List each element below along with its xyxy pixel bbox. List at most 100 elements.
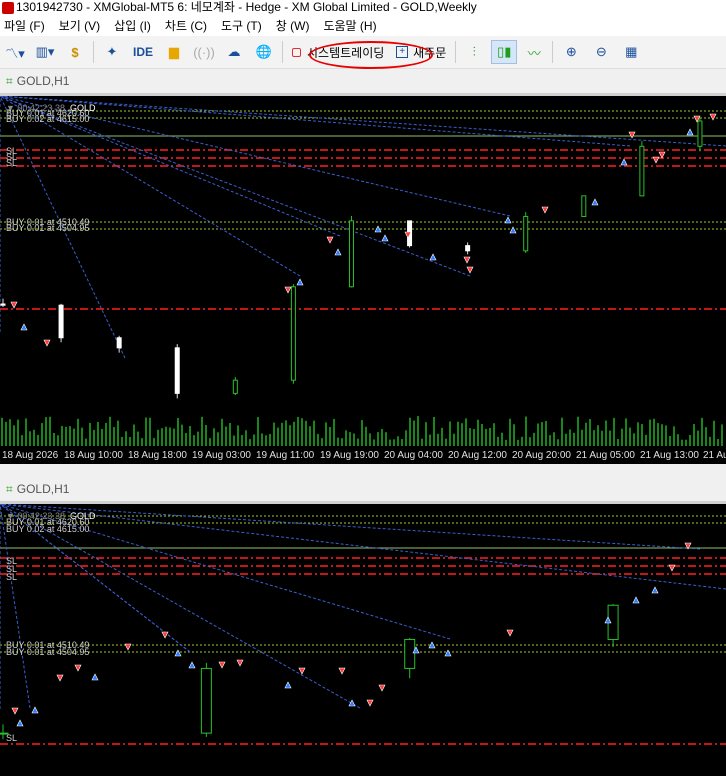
menu-file[interactable]: 파일 (F) xyxy=(0,17,55,34)
price-chart-2[interactable]: ▼ 00:42:23.38 GOLD BUY 0.01 at 4620.60 B… xyxy=(0,504,726,776)
lock-bag-icon[interactable]: ▆ xyxy=(161,40,187,64)
sell-arrow-marker xyxy=(10,301,18,309)
new-order-icon: + xyxy=(396,46,409,58)
order-label: BUY 0.01 at 4504.95 xyxy=(6,223,90,233)
sell-arrow-marker xyxy=(338,667,346,675)
sell-arrow-marker xyxy=(74,664,82,672)
tile-windows-icon[interactable]: ▦ xyxy=(618,40,644,64)
buy-arrow-marker xyxy=(174,649,182,657)
time-axis-label: 20 Aug 12:00 xyxy=(448,450,507,461)
buy-arrow-marker xyxy=(16,719,24,727)
candle-body xyxy=(232,379,238,394)
vps-globe-icon[interactable]: 🌐 xyxy=(251,40,277,64)
sell-arrow-marker xyxy=(236,659,244,667)
sell-arrow-marker xyxy=(56,674,64,682)
sell-arrow-marker xyxy=(366,699,374,707)
candle-body xyxy=(290,286,296,381)
cloud-icon[interactable]: ☁ xyxy=(221,40,247,64)
line-chart-dropdown-icon[interactable]: 〽▾ xyxy=(2,40,28,64)
signal-icon[interactable]: ((·)) xyxy=(191,40,217,64)
chart-window-icon: ⌗ xyxy=(6,481,13,496)
buy-arrow-marker xyxy=(348,699,356,707)
buy-arrow-marker xyxy=(444,649,452,657)
sell-arrow-marker xyxy=(541,206,549,214)
menu-charts[interactable]: 차트 (C) xyxy=(161,17,217,34)
new-order-button[interactable]: + 새주문 xyxy=(392,40,450,64)
candle-body xyxy=(58,304,64,339)
zoom-in-icon[interactable]: ⊕ xyxy=(558,40,584,64)
time-axis-label: 19 Aug 11:00 xyxy=(256,450,315,461)
candle-body xyxy=(523,216,529,252)
menu-help[interactable]: 도움말 (H) xyxy=(319,17,386,34)
buy-arrow-marker xyxy=(632,596,640,604)
sell-arrow-marker xyxy=(11,707,19,715)
time-axis-label: 18 Aug 18:00 xyxy=(128,450,187,461)
line-chart-icon[interactable]: 〰 xyxy=(521,40,547,64)
order-label: BUY 0.02 at 4615.00 xyxy=(6,524,90,534)
sell-arrow-marker xyxy=(43,339,51,347)
strategy-tester-icon[interactable]: ✦ xyxy=(99,40,125,64)
toolbar-separator xyxy=(552,41,554,63)
candle-body xyxy=(0,303,6,306)
sell-arrow-marker xyxy=(298,667,306,675)
chart-tab-2[interactable]: ⌗ GOLD,H1 xyxy=(0,477,726,501)
time-axis-label: 20 Aug 20:00 xyxy=(512,450,571,461)
time-axis-label: 21 Aug 05:00 xyxy=(576,450,635,461)
menu-bar: 파일 (F) 보기 (V) 삽입 (I) 차트 (C) 도구 (T) 창 (W)… xyxy=(0,14,726,36)
candlestick-chart-icon[interactable]: ▯▮ xyxy=(491,40,518,64)
buy-arrow-marker xyxy=(334,248,342,256)
buy-arrow-marker xyxy=(91,673,99,681)
buy-arrow-marker xyxy=(509,226,517,234)
buy-arrow-marker xyxy=(504,216,512,224)
chart-tab-label: GOLD,H1 xyxy=(16,482,70,496)
chart-tab-1[interactable]: ⌗ GOLD,H1 xyxy=(0,69,726,93)
menu-window[interactable]: 창 (W) xyxy=(272,17,320,34)
main-toolbar: 〽▾ ▥▾ $ ✦ IDE ▆ ((·)) ☁ 🌐 시스템트레이딩 + 새주문 ⫶… xyxy=(0,36,726,69)
menu-insert[interactable]: 삽입 (I) xyxy=(110,17,161,34)
window-title-bar: 1301942730 - XMGlobal-MT5 6: 네모계좌 - Hedg… xyxy=(0,0,726,14)
time-axis-label: 20 Aug 04:00 xyxy=(384,450,443,461)
algo-trading-button[interactable]: 시스템트레이딩 xyxy=(288,40,388,64)
buy-arrow-marker xyxy=(284,681,292,689)
sell-arrow-marker xyxy=(652,156,660,164)
time-axis-label: 21 Aug 13:00 xyxy=(640,450,699,461)
trend-line xyxy=(0,96,726,147)
buy-arrow-marker xyxy=(591,198,599,206)
candle-body xyxy=(404,638,416,669)
candle-body xyxy=(697,120,703,147)
order-label: BUY 0.02 at 4615.00 xyxy=(6,114,90,124)
buy-arrow-marker xyxy=(381,234,389,242)
sell-arrow-marker xyxy=(658,151,666,159)
candle-body xyxy=(639,145,645,197)
zoom-out-icon[interactable]: ⊖ xyxy=(588,40,614,64)
candle-body xyxy=(581,195,587,218)
price-chart-1[interactable]: ▼ 00:42:23.38 GOLD BUY 0.01 at 4620.60 B… xyxy=(0,96,726,448)
buy-arrow-marker xyxy=(188,661,196,669)
toolbar-separator xyxy=(93,41,94,63)
sell-arrow-marker xyxy=(628,131,636,139)
candle-body xyxy=(200,667,212,734)
menu-tools[interactable]: 도구 (T) xyxy=(217,17,272,34)
buy-arrow-marker xyxy=(31,706,39,714)
market-icon[interactable]: $ xyxy=(62,40,88,64)
chart-window-icon: ⌗ xyxy=(6,73,13,88)
bar-chart-icon[interactable]: ⫶ xyxy=(461,40,487,64)
order-label: BUY 0.01 at 4504.95 xyxy=(6,647,90,657)
chart-gap xyxy=(0,464,726,478)
sell-arrow-marker xyxy=(124,643,132,651)
menu-view[interactable]: 보기 (V) xyxy=(55,17,110,34)
candle-body xyxy=(174,347,180,394)
buy-arrow-marker xyxy=(651,586,659,594)
sell-arrow-marker xyxy=(284,286,292,294)
ide-button[interactable]: IDE xyxy=(129,40,157,64)
chart-template-dropdown-icon[interactable]: ▥▾ xyxy=(32,40,58,64)
sell-arrow-marker xyxy=(326,236,334,244)
window-title: 1301942730 - XMGlobal-MT5 6: 네모계좌 - Hedg… xyxy=(16,0,477,14)
sell-arrow-marker xyxy=(709,113,717,121)
trend-line xyxy=(0,504,31,709)
sell-arrow-marker xyxy=(466,266,474,274)
app-icon xyxy=(2,1,14,14)
candle-body xyxy=(116,337,122,349)
buy-arrow-marker xyxy=(429,253,437,261)
sell-arrow-marker xyxy=(463,256,471,264)
